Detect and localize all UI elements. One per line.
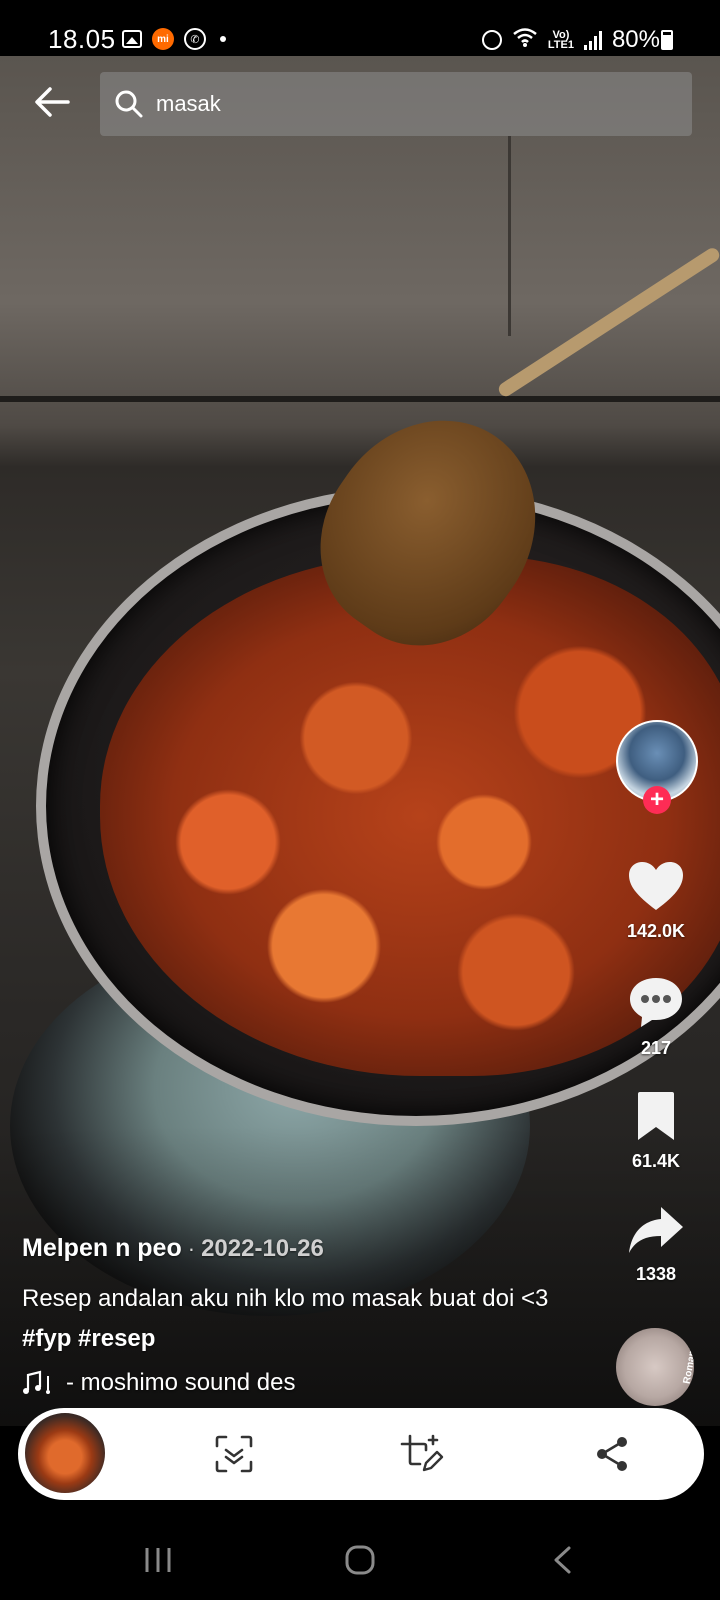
description-text: Resep andalan aku nih klo mo masak buat … bbox=[22, 1285, 549, 1312]
like-button[interactable]: 142.0K bbox=[606, 860, 706, 942]
comment-count: 217 bbox=[640, 1038, 672, 1058]
bookmark-icon bbox=[638, 1092, 674, 1140]
signal-icon bbox=[583, 30, 602, 50]
video-spoon-handle bbox=[496, 245, 720, 399]
music-title: - moshimo sound des bbox=[66, 1369, 296, 1396]
music-disc-label: Romantic bbox=[682, 1338, 694, 1385]
creator-avatar-button[interactable]: + bbox=[616, 720, 698, 814]
comment-icon bbox=[630, 978, 682, 1027]
scan-icon bbox=[215, 1435, 253, 1473]
video-wall-detail bbox=[508, 136, 511, 336]
battery-percent: 80% bbox=[611, 26, 660, 53]
toolbar-share-button[interactable] bbox=[588, 1430, 636, 1478]
battery-icon bbox=[661, 30, 673, 50]
alarm-icon bbox=[481, 30, 502, 50]
network-label: LTE1 bbox=[547, 39, 574, 51]
share-count: 1338 bbox=[635, 1264, 677, 1284]
home-icon bbox=[345, 1545, 375, 1575]
share-nodes-icon bbox=[597, 1437, 627, 1471]
post-date: 2022-10-26 bbox=[201, 1235, 324, 1262]
hashtag-link[interactable]: #resep bbox=[78, 1325, 155, 1352]
description[interactable]: Resep andalan aku nih klo mo masak buat … bbox=[22, 1279, 582, 1359]
wifi-icon bbox=[512, 26, 538, 54]
system-navigation-bar bbox=[0, 1520, 720, 1600]
like-count: 142.0K bbox=[626, 921, 686, 941]
hashtag-link[interactable]: #fyp bbox=[22, 1325, 71, 1352]
search-bar[interactable]: masak bbox=[100, 72, 692, 136]
nav-back-button[interactable] bbox=[532, 1538, 592, 1582]
back-button[interactable] bbox=[30, 80, 74, 124]
notification-icons: mi ✆ bbox=[122, 28, 226, 50]
status-bar: 18.05 mi ✆ Vo) LTE1 80% bbox=[0, 0, 720, 56]
scan-button[interactable] bbox=[210, 1430, 258, 1478]
more-notifications-dot-icon bbox=[220, 36, 226, 42]
bottom-toolbar bbox=[18, 1408, 704, 1500]
video-counter-edge bbox=[0, 396, 720, 402]
heart-icon bbox=[629, 862, 683, 910]
video-thumbnail[interactable] bbox=[22, 1410, 108, 1496]
comment-button[interactable]: 217 bbox=[606, 975, 706, 1059]
status-time: 18.05 bbox=[48, 24, 116, 54]
volte-icon: Vo) LTE1 bbox=[547, 30, 574, 51]
share-arrow-icon bbox=[629, 1207, 683, 1253]
whatsapp-notification-icon: ✆ bbox=[184, 28, 206, 50]
author-name[interactable]: Melpen n peo bbox=[22, 1234, 182, 1262]
gallery-notification-icon bbox=[122, 30, 142, 48]
mi-notification-icon: mi bbox=[152, 28, 174, 50]
crop-edit-icon bbox=[400, 1434, 444, 1472]
music-note-icon bbox=[23, 1370, 50, 1394]
bookmark-button[interactable]: 61.4K bbox=[606, 1090, 706, 1172]
arrow-left-icon bbox=[35, 87, 70, 117]
music-link[interactable]: - moshimo sound des bbox=[22, 1369, 582, 1397]
home-button[interactable] bbox=[330, 1538, 390, 1582]
edit-button[interactable] bbox=[398, 1430, 446, 1478]
follow-button[interactable]: + bbox=[643, 786, 671, 814]
video-caption: Melpen n peo · 2022-10-26 Resep andalan ak… bbox=[22, 1234, 582, 1397]
share-button[interactable]: 1338 bbox=[606, 1205, 706, 1285]
recent-apps-button[interactable] bbox=[128, 1538, 188, 1582]
status-indicators: Vo) LTE1 80% bbox=[481, 26, 660, 54]
music-disc-button[interactable]: Romantic bbox=[616, 1328, 694, 1406]
recent-apps-icon bbox=[145, 1548, 171, 1572]
search-icon bbox=[115, 90, 143, 118]
search-query: masak bbox=[156, 91, 221, 116]
caption-header: Melpen n peo · 2022-10-26 bbox=[22, 1234, 582, 1263]
save-count: 61.4K bbox=[631, 1151, 681, 1171]
caption-separator: · bbox=[187, 1236, 196, 1261]
chevron-left-icon bbox=[554, 1546, 571, 1574]
